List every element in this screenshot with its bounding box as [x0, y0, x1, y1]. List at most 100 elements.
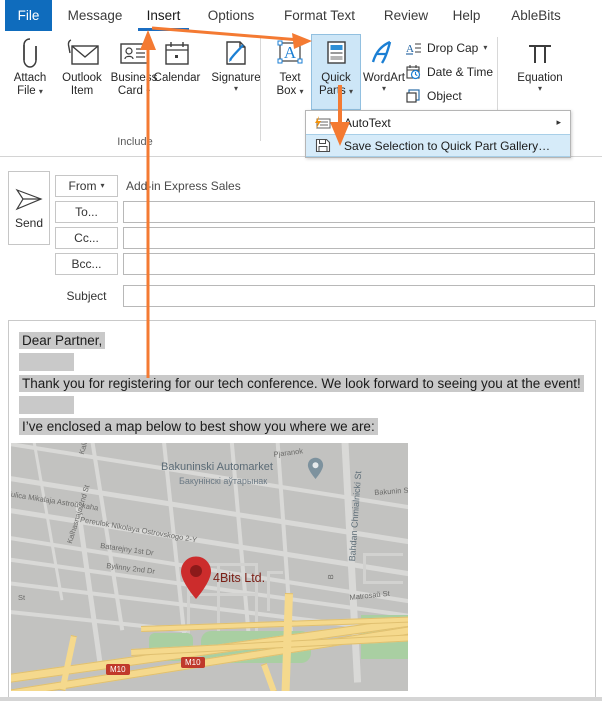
outlook-compose-window: File Message Insert Options Format Text … [0, 0, 602, 701]
map-poi-subtitle: Бакунінскі аўтарынак [179, 476, 267, 486]
ribbon-separator-1 [260, 37, 261, 141]
object-icon [405, 88, 422, 105]
message-body-pane[interactable]: Dear Partner, Thank you for registering … [8, 320, 596, 701]
tab-options[interactable]: Options [198, 0, 264, 31]
to-button[interactable]: To... [55, 201, 118, 223]
cc-button-label: Cc... [74, 231, 99, 245]
ribbon-tabbar: File Message Insert Options Format Text … [0, 0, 602, 31]
bcc-input[interactable] [123, 253, 595, 275]
to-button-label: To... [75, 205, 98, 219]
map-street-label: Kalhasnaja 2nd St [65, 484, 91, 545]
drop-cap-label: Drop Cap [427, 41, 478, 55]
map-road [31, 443, 63, 600]
body-line-3: Thank you for registering for our tech c… [19, 375, 584, 392]
map-location-pin-icon [179, 555, 213, 606]
svg-text:A: A [284, 43, 297, 62]
body-line-2-blank [19, 353, 74, 371]
to-input[interactable] [123, 201, 595, 223]
outlook-item-label-2: Item [71, 85, 93, 98]
tab-message[interactable]: Message [60, 0, 130, 31]
attach-file-label-2: File ▾ [17, 85, 43, 98]
attach-file-button[interactable]: Attach File ▾ [4, 35, 56, 109]
tab-review[interactable]: Review [375, 0, 437, 31]
paperclip-icon [17, 35, 43, 69]
wordart-caret: ▾ [382, 85, 386, 93]
signature-icon [220, 35, 252, 69]
cc-input[interactable] [123, 227, 595, 249]
map-highway-shield: M10 [181, 657, 205, 668]
quick-parts-button[interactable]: Quick Parts ▾ [312, 35, 360, 109]
business-card-icon [117, 35, 151, 69]
map-street-label: Bakunin S [374, 486, 408, 497]
bottom-edge [0, 697, 602, 701]
outlook-item-button[interactable]: Outlook Item [56, 35, 108, 109]
map-highway-ramp [282, 593, 293, 691]
text-box-button[interactable]: A Text Box ▾ [266, 35, 314, 109]
from-button-label: From [68, 179, 96, 193]
tab-format-text[interactable]: Format Text [272, 0, 367, 31]
map-street-label: Pereulok Nikolaya Ostrovskogo 2-Y [79, 515, 197, 544]
cc-button[interactable]: Cc... [55, 227, 118, 249]
outlook-item-label-1: Outlook [62, 72, 102, 85]
wordart-icon [367, 35, 401, 69]
tab-insert[interactable]: Insert [136, 0, 191, 31]
tab-help[interactable]: Help [444, 0, 489, 31]
map-road [267, 571, 270, 611]
body-line-1: Dear Partner, [19, 332, 105, 349]
group-label-include: Include [100, 136, 170, 148]
tab-ablebits[interactable]: AbleBits [497, 0, 575, 31]
map-road [267, 571, 283, 574]
send-icon [14, 187, 44, 216]
tab-file[interactable]: File [5, 0, 52, 31]
date-time-button[interactable]: Date & Time [405, 62, 493, 82]
quick-parts-label-1: Quick [321, 72, 350, 85]
envelope-icon [64, 35, 100, 69]
equation-pi-icon [523, 35, 557, 69]
map-pin-label: 4Bits Ltd. [213, 571, 265, 585]
map-poi-marker-icon [307, 457, 324, 485]
calendar-icon [161, 35, 193, 69]
svg-text:A: A [406, 43, 414, 55]
drop-cap-button[interactable]: A Drop Cap ▾ [405, 38, 487, 58]
body-line-4-blank [19, 396, 74, 414]
bcc-button[interactable]: Bcc... [55, 253, 118, 275]
calendar-button[interactable]: Calendar [148, 35, 206, 109]
menu-item-save-selection-label: Save Selection to Quick Part Gallery… [344, 139, 550, 153]
quick-parts-label-2: Parts ▾ [319, 85, 353, 98]
equation-button[interactable]: Equation ▾ [508, 35, 572, 109]
drop-cap-icon: A [405, 40, 422, 57]
send-button-label: Send [15, 216, 43, 230]
object-label: Object [427, 89, 462, 103]
subject-input[interactable] [123, 285, 595, 307]
signature-button[interactable]: Signature ▾ [205, 35, 267, 109]
menu-item-save-selection-to-quick-part-gallery[interactable]: Save Selection to Quick Part Gallery… [306, 134, 570, 157]
map-image: Bakuninski Automarket Бакунінскі аўтарын… [11, 443, 408, 691]
wordart-button[interactable]: WordArt ▾ [356, 35, 412, 109]
text-box-icon: A [273, 35, 307, 69]
from-button[interactable]: From ▾ [55, 175, 118, 197]
quick-parts-dropdown-menu: AutoText ▸ Save Selection to Quick Part … [305, 110, 571, 158]
map-highway-ramp [261, 663, 277, 691]
drop-cap-caret: ▾ [483, 44, 487, 52]
from-account-value: Add-in Express Sales [126, 175, 241, 197]
map-road [89, 443, 124, 631]
map-street-label: St [18, 593, 25, 602]
map-poi-title: Bakuninski Automarket [161, 461, 273, 473]
bcc-button-label: Bcc... [71, 257, 101, 271]
map-highway-shield: M10 [106, 664, 130, 675]
text-box-label-1: Text [279, 72, 300, 85]
submenu-arrow-icon: ▸ [556, 117, 561, 128]
from-chevron-down-icon: ▾ [100, 182, 104, 190]
equation-caret: ▾ [538, 85, 542, 93]
date-time-label: Date & Time [427, 65, 493, 79]
save-floppy-icon [312, 138, 334, 153]
business-card-label-2: Card ▾ [118, 85, 150, 98]
menu-item-autotext[interactable]: AutoText ▸ [306, 111, 570, 134]
calendar-label: Calendar [154, 72, 201, 85]
attach-file-label-1: Attach [14, 72, 47, 85]
text-box-label-2: Box ▾ [276, 85, 303, 98]
object-button[interactable]: Object [405, 86, 462, 106]
quick-parts-icon [321, 35, 351, 69]
menu-item-autotext-label: AutoText [344, 116, 391, 130]
send-button[interactable]: Send [8, 171, 50, 245]
